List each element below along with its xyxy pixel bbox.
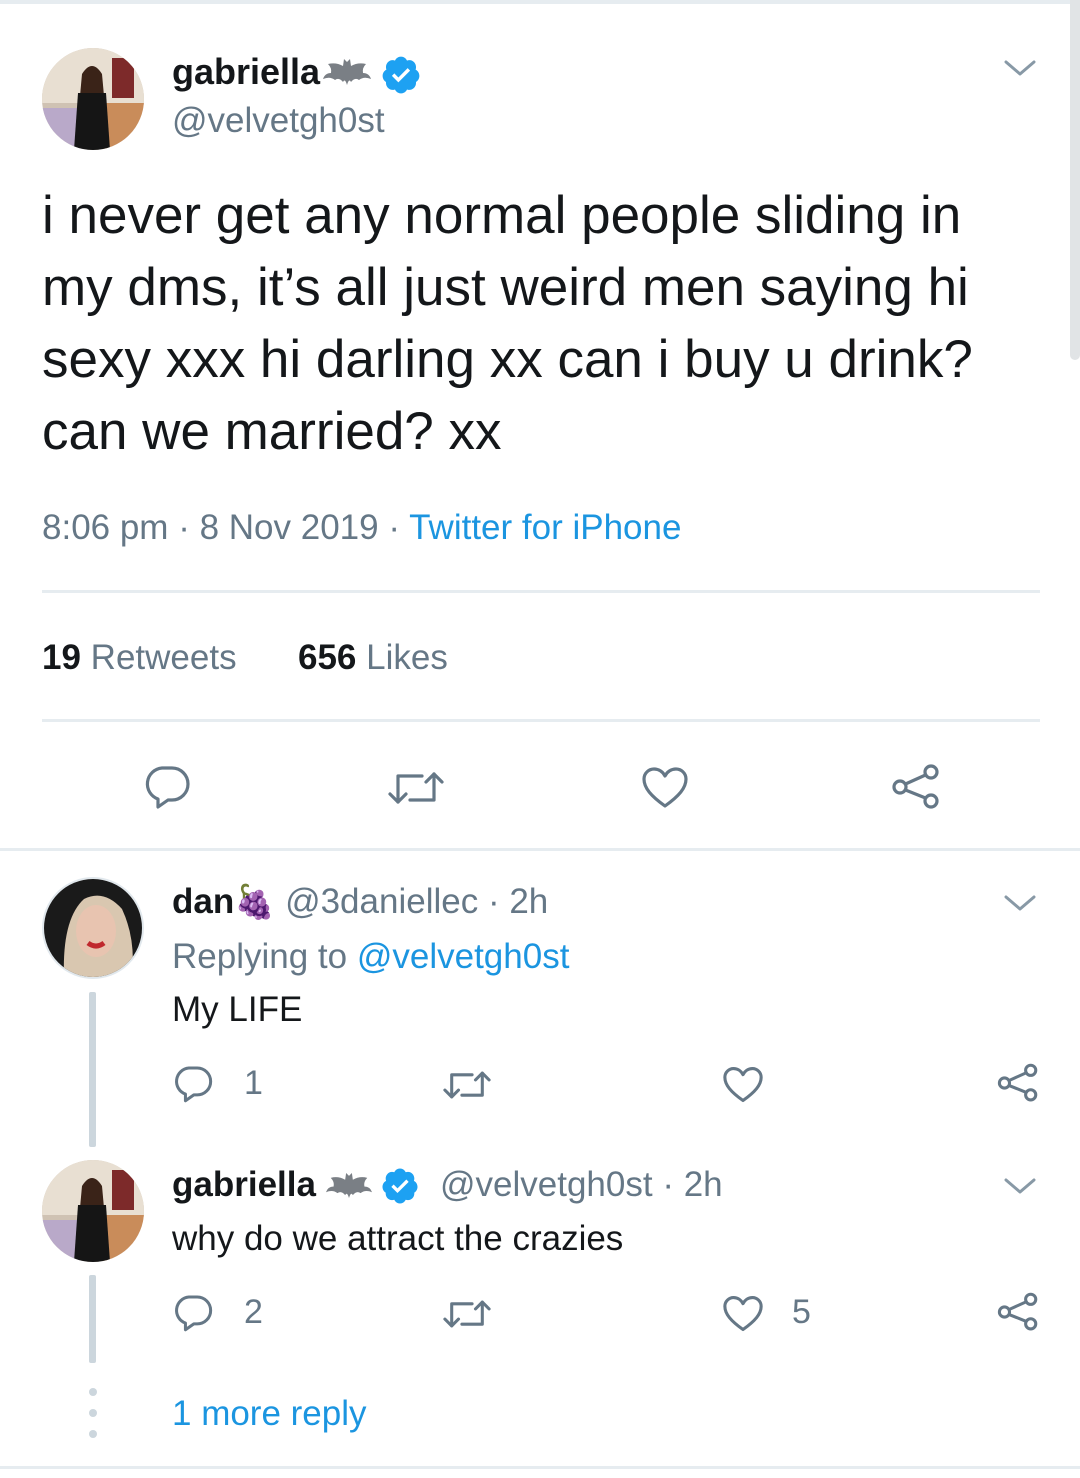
thread-dot (89, 1430, 97, 1438)
retweets-label: Retweets (90, 638, 237, 677)
divider (0, 1466, 1080, 1469)
more-replies-link[interactable]: 1 more reply (172, 1394, 367, 1434)
reply-header: dan🍇 @3daniellec · 2h (172, 882, 548, 922)
tweet-text-line: i never get any normal people sliding in (42, 186, 962, 245)
scrollbar[interactable] (1070, 0, 1080, 360)
share-icon[interactable] (890, 763, 942, 811)
verified-badge-icon (382, 56, 420, 94)
tweet-meta: 8:06 pm · 8 Nov 2019 · Twitter for iPhon… (42, 508, 681, 548)
avatar[interactable] (42, 877, 144, 979)
reply-author-handle[interactable]: @velvetgh0st (440, 1165, 653, 1204)
share-icon[interactable] (996, 1062, 1040, 1104)
author-handle[interactable]: @velvetgh0st (172, 101, 385, 141)
reply-author-handle[interactable]: @3daniellec (285, 882, 478, 921)
top-border (0, 0, 1080, 4)
reply-header-meta: @velvetgh0st · 2h (440, 1165, 723, 1205)
retweet-icon[interactable] (441, 1297, 493, 1331)
reply-time: · 2h (487, 882, 549, 921)
retweets-count: 19 (42, 638, 81, 677)
likes-count: 656 (298, 638, 357, 677)
thread-dot (89, 1409, 97, 1417)
meta-separator: · (388, 508, 401, 547)
thread-line (89, 1275, 96, 1363)
like-icon[interactable] (722, 1066, 764, 1104)
tweet-text-line: my dms, it’s all just weird men saying h… (42, 258, 969, 317)
replying-to-handle[interactable]: @velvetgh0st (357, 937, 570, 976)
author-name[interactable]: gabriella (172, 51, 320, 93)
verified-badge-icon (382, 1168, 418, 1204)
meta-separator: · (178, 508, 190, 547)
tweet-source-link[interactable]: Twitter for iPhone (409, 508, 681, 547)
chevron-down-icon[interactable] (1002, 1176, 1038, 1196)
like-icon[interactable] (722, 1295, 764, 1333)
reply-text: My LIFE (172, 990, 303, 1029)
divider (42, 719, 1040, 722)
divider (42, 590, 1040, 593)
reply-count: 2 (244, 1293, 263, 1331)
avatar[interactable] (42, 1160, 144, 1262)
likes-stat[interactable]: 656 Likes (298, 638, 448, 678)
reply-text: why do we attract the crazies (172, 1219, 624, 1258)
replying-to: Replying to @velvetgh0st (172, 937, 569, 977)
reply-time: · 2h (662, 1165, 723, 1204)
tweet-date: 8 Nov 2019 (199, 508, 379, 547)
like-icon[interactable] (641, 766, 689, 810)
replying-to-label: Replying to (172, 937, 348, 976)
reply-author-name[interactable]: dan (172, 882, 234, 921)
tweet-text-line: can we married? xx (42, 402, 502, 461)
tweet-time: 8:06 pm (42, 508, 169, 547)
grapes-icon: 🍇 (234, 883, 276, 920)
reply-author-name[interactable]: gabriella (172, 1165, 316, 1205)
avatar[interactable] (42, 48, 144, 150)
chevron-down-icon[interactable] (1002, 58, 1038, 78)
tweet-text-line: sexy xxx hi darling xx can i buy u drink… (42, 330, 973, 389)
reply-icon[interactable] (172, 1064, 214, 1104)
thread-line (89, 992, 96, 1147)
bat-icon (325, 1173, 373, 1198)
reply-count: 1 (244, 1064, 263, 1102)
divider (0, 848, 1080, 851)
like-count: 5 (792, 1293, 811, 1331)
likes-label: Likes (366, 638, 448, 677)
bat-icon (323, 59, 371, 85)
chevron-down-icon[interactable] (1002, 893, 1038, 913)
retweet-icon[interactable] (386, 768, 446, 808)
thread-dot (89, 1388, 97, 1396)
reply-icon[interactable] (172, 1293, 214, 1333)
retweets-stat[interactable]: 19 Retweets (42, 638, 237, 678)
share-icon[interactable] (996, 1291, 1040, 1333)
retweet-icon[interactable] (441, 1068, 493, 1102)
tweet-text: i never get any normal people sliding in… (42, 180, 973, 468)
reply-icon[interactable] (142, 764, 192, 810)
